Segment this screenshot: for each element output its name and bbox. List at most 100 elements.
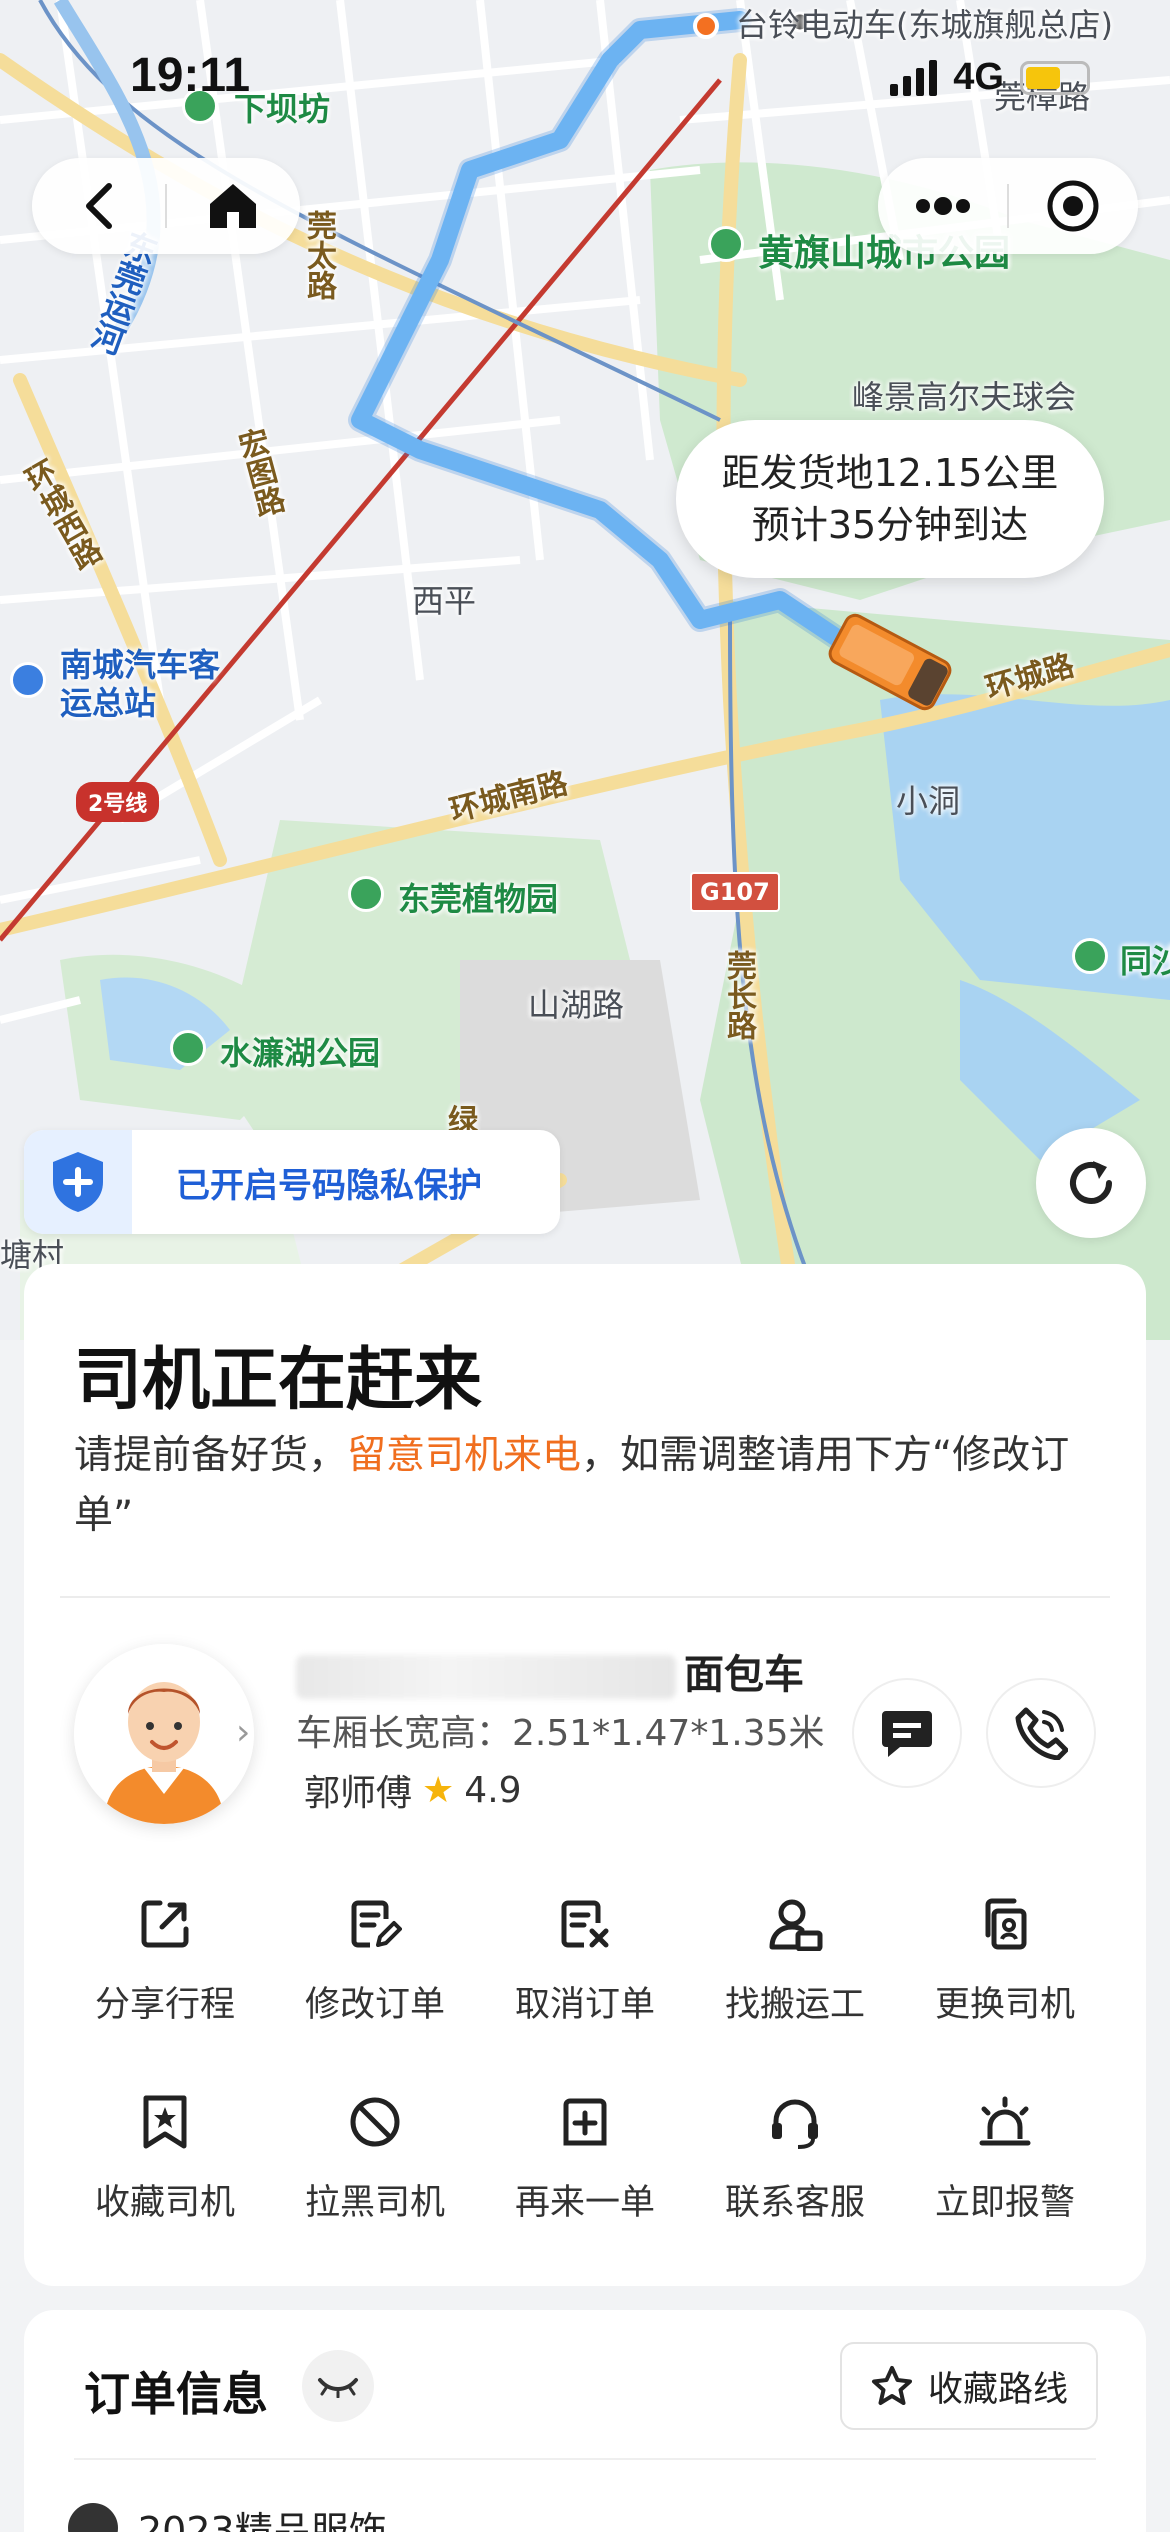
map-label: 莞太路 xyxy=(301,210,336,300)
vehicle-dimensions: 车厢长宽高：2.51*1.47*1.35米 xyxy=(296,1713,825,1754)
page-title: 司机正在赶来 xyxy=(74,1341,483,1420)
map-label: 小洞 xyxy=(896,782,961,820)
cancel-order-icon xyxy=(555,1894,615,1954)
park-icon xyxy=(1072,938,1108,974)
driver-avatar[interactable] xyxy=(74,1644,254,1824)
call-driver-button[interactable] xyxy=(986,1678,1096,1788)
bookmark-star-icon xyxy=(135,2092,195,2152)
shield-icon xyxy=(24,1130,132,1234)
action-label: 分享行程 xyxy=(94,1985,235,2025)
action-label: 立即报警 xyxy=(934,2183,1075,2223)
network-type: 4G xyxy=(953,56,1004,98)
edit-order-button[interactable]: 修改订单 xyxy=(270,1894,480,2030)
map-label: 同沙 xyxy=(1120,942,1170,980)
status-time: 19:11 xyxy=(130,49,251,102)
bus-station-icon xyxy=(10,662,46,698)
action-label: 修改订单 xyxy=(304,1985,445,2025)
block-icon xyxy=(345,2092,405,2152)
vehicle-type: 面包车 xyxy=(684,1652,804,1698)
plus-square-icon xyxy=(555,2092,615,2152)
park-icon xyxy=(708,226,744,262)
map-label: 水濂湖公园 xyxy=(220,1034,381,1072)
desc-highlight: 留意司机来电 xyxy=(347,1433,582,1478)
action-label: 收藏司机 xyxy=(94,2183,235,2223)
action-label: 联系客服 xyxy=(724,2183,865,2223)
order-info-card: 订单信息 收藏路线 2023精品服饰 xyxy=(24,2310,1146,2532)
metro-line-badge: 2号线 xyxy=(76,782,160,822)
driver-name: 郭师傅 xyxy=(304,1773,413,1814)
map-label: 峰景高尔夫球会 xyxy=(852,378,1077,416)
signal-icon xyxy=(890,59,938,96)
driver-status-card: 司机正在赶来 请提前备好货，留意司机来电，如需调整请用下方“修改订单” › 面包… xyxy=(24,1264,1146,2286)
map-label: 山湖路 xyxy=(528,986,625,1024)
call-police-button[interactable]: 立即报警 xyxy=(900,2092,1110,2228)
status-description: 请提前备好货，留意司机来电，如需调整请用下方“修改订单” xyxy=(74,1426,1104,1546)
map-view[interactable]: 下坝坊 台铃电动车(东城旗舰总店) 莞樟路 莞太路 东莞运河 黄旗山城市公园 峰… xyxy=(0,0,1170,1340)
swap-driver-icon xyxy=(975,1894,1035,1954)
driver-avatar-illustration xyxy=(74,1644,254,1824)
map-label: 东莞植物园 xyxy=(398,880,559,918)
chat-icon xyxy=(882,1711,932,1757)
privacy-text: 已开启号码隐私保护 xyxy=(176,1165,482,1206)
contact-support-button[interactable]: 联系客服 xyxy=(690,2092,900,2228)
back-button[interactable] xyxy=(32,158,165,254)
change-driver-button[interactable]: 更换司机 xyxy=(900,1894,1110,2030)
star-icon: ★ xyxy=(422,1769,455,1811)
home-icon xyxy=(210,184,257,228)
battery-icon xyxy=(1020,60,1090,95)
alarm-icon xyxy=(975,2092,1035,2152)
eye-closed-icon xyxy=(318,2378,358,2398)
porter-icon xyxy=(765,1894,825,1954)
action-label: 取消订单 xyxy=(514,1985,655,2025)
more-dots-icon xyxy=(915,197,970,215)
divider xyxy=(60,1596,1110,1598)
action-label: 找搬运工 xyxy=(724,1985,865,2025)
map-label: 南城汽车客运总站 xyxy=(60,646,221,722)
map-label: 莞长路 xyxy=(721,950,756,1040)
find-porter-button[interactable]: 找搬运工 xyxy=(690,1894,900,2030)
favorite-route-button[interactable]: 收藏路线 xyxy=(839,2342,1098,2430)
highway-badge: G107 xyxy=(690,872,780,912)
desc-text: 请提前备好货， xyxy=(74,1433,348,1478)
driver-info: 郭师傅 ★ 4.9 xyxy=(304,1764,522,1816)
divider xyxy=(74,2458,1096,2460)
eta-distance: 距发货地12.15公里 xyxy=(721,451,1059,495)
map-label: 西平 xyxy=(412,582,477,620)
plate-blurred xyxy=(296,1655,676,1699)
driver-rating: 4.9 xyxy=(464,1769,522,1811)
refresh-icon xyxy=(1070,1161,1112,1204)
order-info-title: 订单信息 xyxy=(84,2367,268,2421)
favorite-route-label: 收藏路线 xyxy=(927,2369,1068,2410)
toggle-visibility-button[interactable] xyxy=(302,2350,374,2422)
action-grid: 分享行程 修改订单 取消订单 找搬运工 更换司机 收藏司机 拉黑司机 再来一单 xyxy=(60,1894,1110,2228)
vehicle-plate: 面包车 xyxy=(296,1642,804,1700)
close-miniapp-button[interactable] xyxy=(1009,158,1138,254)
back-arrow-icon xyxy=(85,183,112,229)
message-driver-button[interactable] xyxy=(852,1678,962,1788)
reorder-button[interactable]: 再来一单 xyxy=(480,2092,690,2228)
nav-pill-left xyxy=(32,158,300,254)
headset-icon xyxy=(765,2092,825,2152)
action-label: 再来一单 xyxy=(514,2183,655,2223)
map-label: 台铃电动车(东城旗舰总店) xyxy=(736,6,1113,44)
star-outline-icon xyxy=(871,2366,912,2405)
privacy-protection-banner[interactable]: 已开启号码隐私保护 xyxy=(24,1130,560,1234)
block-driver-button[interactable]: 拉黑司机 xyxy=(270,2092,480,2228)
park-icon xyxy=(170,1030,206,1066)
status-icons: 4G xyxy=(890,56,1090,99)
refresh-button[interactable] xyxy=(1036,1128,1146,1238)
home-button[interactable] xyxy=(167,158,300,254)
eta-bubble: 距发货地12.15公里 预计35分钟到达 xyxy=(676,420,1104,578)
share-icon xyxy=(135,1894,195,1954)
action-label: 更换司机 xyxy=(934,1985,1075,2025)
nav-pill-right xyxy=(878,158,1138,254)
share-trip-button[interactable]: 分享行程 xyxy=(60,1894,270,2030)
more-button[interactable] xyxy=(878,158,1007,254)
merchant-avatar-icon xyxy=(68,2502,118,2532)
order-item: 2023精品服饰 xyxy=(68,2500,387,2532)
phone-icon xyxy=(1015,1707,1068,1760)
action-label: 拉黑司机 xyxy=(304,2183,445,2223)
park-icon xyxy=(348,876,384,912)
cancel-order-button[interactable]: 取消订单 xyxy=(480,1894,690,2030)
favorite-driver-button[interactable]: 收藏司机 xyxy=(60,2092,270,2228)
